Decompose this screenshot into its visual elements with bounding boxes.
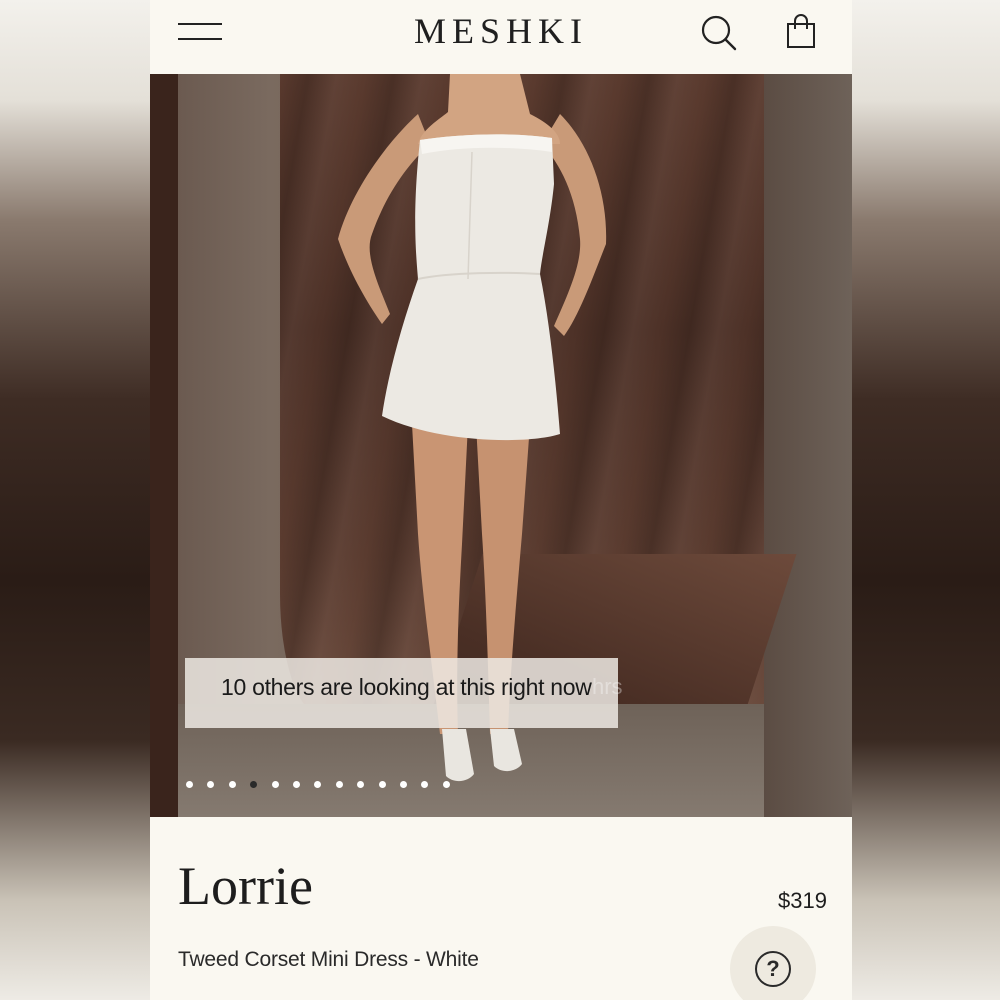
product-price: $319 — [778, 888, 827, 913]
gallery-dot[interactable] — [228, 781, 236, 788]
question-mark-icon: ? — [755, 951, 791, 987]
gallery-dot[interactable] — [293, 781, 300, 788]
gallery-dot[interactable] — [335, 781, 343, 788]
site-header: MESHKI — [150, 0, 852, 74]
phone-screen: MESHKI 10 others are looking at this rig… — [150, 0, 852, 1000]
search-icon[interactable] — [698, 12, 738, 52]
gallery-dot[interactable] — [271, 781, 279, 788]
gallery-dot[interactable] — [442, 781, 450, 788]
product-image-gallery[interactable]: 10 others are looking at this right now … — [150, 74, 852, 817]
gallery-dot[interactable] — [378, 781, 386, 788]
product-subtitle: Tweed Corset Mini Dress - White — [178, 948, 479, 971]
shopping-bag-icon[interactable] — [784, 14, 818, 50]
brand-logo[interactable]: MESHKI — [150, 10, 852, 52]
background-left-blur — [0, 0, 150, 1000]
ghost-banner-text: hrs — [592, 674, 623, 699]
gallery-dot[interactable] — [400, 781, 407, 788]
gallery-dot[interactable] — [186, 781, 193, 788]
viewers-notice-text: 10 others are looking at this right now — [221, 674, 592, 700]
product-title: Lorrie — [178, 856, 313, 916]
help-button[interactable]: ? — [730, 926, 816, 1000]
background-right-blur — [852, 0, 1000, 1000]
